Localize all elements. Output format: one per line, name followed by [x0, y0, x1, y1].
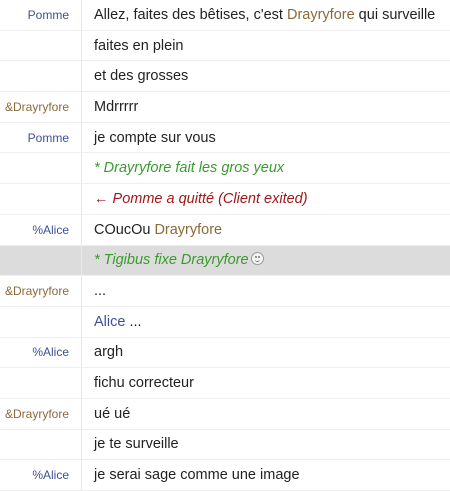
message-row: Pomme je compte sur vous — [0, 122, 450, 154]
nick-label — [0, 306, 82, 337]
message-row: Alice ... — [0, 306, 450, 338]
message-row: faites en plein — [0, 30, 450, 62]
message-text: faites en plein — [94, 37, 184, 54]
action-row: * Drayryfore fait les gros yeux — [0, 153, 450, 185]
nick-label[interactable]: &Drayryfore — [0, 276, 82, 306]
message-text: COucOu Drayryfore — [82, 222, 450, 238]
message-row: je te surveille — [0, 429, 450, 461]
quit-row: ← Pomme a quitté (Client exited) — [0, 184, 450, 215]
mention-link[interactable]: Drayryfore — [154, 222, 222, 238]
nick-label[interactable]: &Drayryfore — [0, 398, 82, 429]
nick-label[interactable]: %Alice — [0, 460, 82, 490]
message-part: Allez, faites des bêtises, c'est — [94, 6, 287, 23]
message-text: fichu correcteur — [94, 375, 194, 392]
chat-log: Pomme Allez, faites des bêtises, c'est D… — [0, 0, 450, 491]
message-row: &Drayryfore ... — [0, 276, 450, 307]
message-text: je compte sur vous — [94, 129, 216, 146]
message-text: ué ué — [94, 405, 131, 422]
nick-label[interactable]: Pomme — [0, 122, 82, 153]
quit-text: ← Pomme a quitté (Client exited) — [94, 190, 308, 207]
nick-label — [0, 30, 82, 61]
action-text: * Tigibus fixe Drayryfore — [94, 252, 249, 269]
mention-link[interactable]: Drayryfore — [287, 7, 355, 23]
nick-label[interactable]: Pomme — [0, 0, 82, 30]
message-part: COucOu — [94, 221, 155, 238]
message-row: fichu correcteur — [0, 368, 450, 399]
message-text: Mdrrrrr — [94, 98, 139, 115]
action-text: * Drayryfore fait les gros yeux — [94, 160, 285, 177]
message-row: &Drayryfore Mdrrrrr — [0, 92, 450, 123]
message-text: je serai sage comme une image — [94, 467, 300, 484]
nick-label[interactable]: &Drayryfore — [0, 92, 82, 122]
message-text: Alice ... — [82, 314, 450, 330]
nick-label[interactable]: %Alice — [0, 214, 82, 245]
nick-label — [0, 429, 82, 460]
nick-label — [0, 184, 82, 214]
message-part: qui surveille — [354, 6, 436, 23]
message-row: et des grosses — [0, 61, 450, 93]
nick-label — [0, 153, 82, 184]
message-text: ... — [94, 283, 107, 300]
nick-label[interactable]: %Alice — [0, 337, 82, 368]
action-row-highlighted: * Tigibus fixe Drayryfore — [0, 245, 450, 277]
nick-label — [0, 61, 82, 92]
mention-link[interactable]: Alice — [94, 314, 125, 330]
message-row: %Alice je serai sage comme une image — [0, 460, 450, 491]
message-row: %Alice argh — [0, 337, 450, 369]
message-row: %Alice COucOu Drayryfore — [0, 214, 450, 246]
message-text: * Tigibus fixe Drayryfore — [82, 252, 450, 268]
message-row: &Drayryfore ué ué — [0, 398, 450, 430]
nick-label — [0, 368, 82, 398]
nick-label — [0, 245, 82, 276]
message-part: ... — [125, 313, 142, 330]
message-row: Pomme Allez, faites des bêtises, c'est D… — [0, 0, 450, 31]
message-text: et des grosses — [94, 68, 189, 85]
message-text: Allez, faites des bêtises, c'est Drayryf… — [82, 7, 450, 23]
message-text: argh — [94, 344, 124, 361]
message-text: je te surveille — [94, 436, 179, 453]
smiley-icon — [250, 252, 264, 266]
